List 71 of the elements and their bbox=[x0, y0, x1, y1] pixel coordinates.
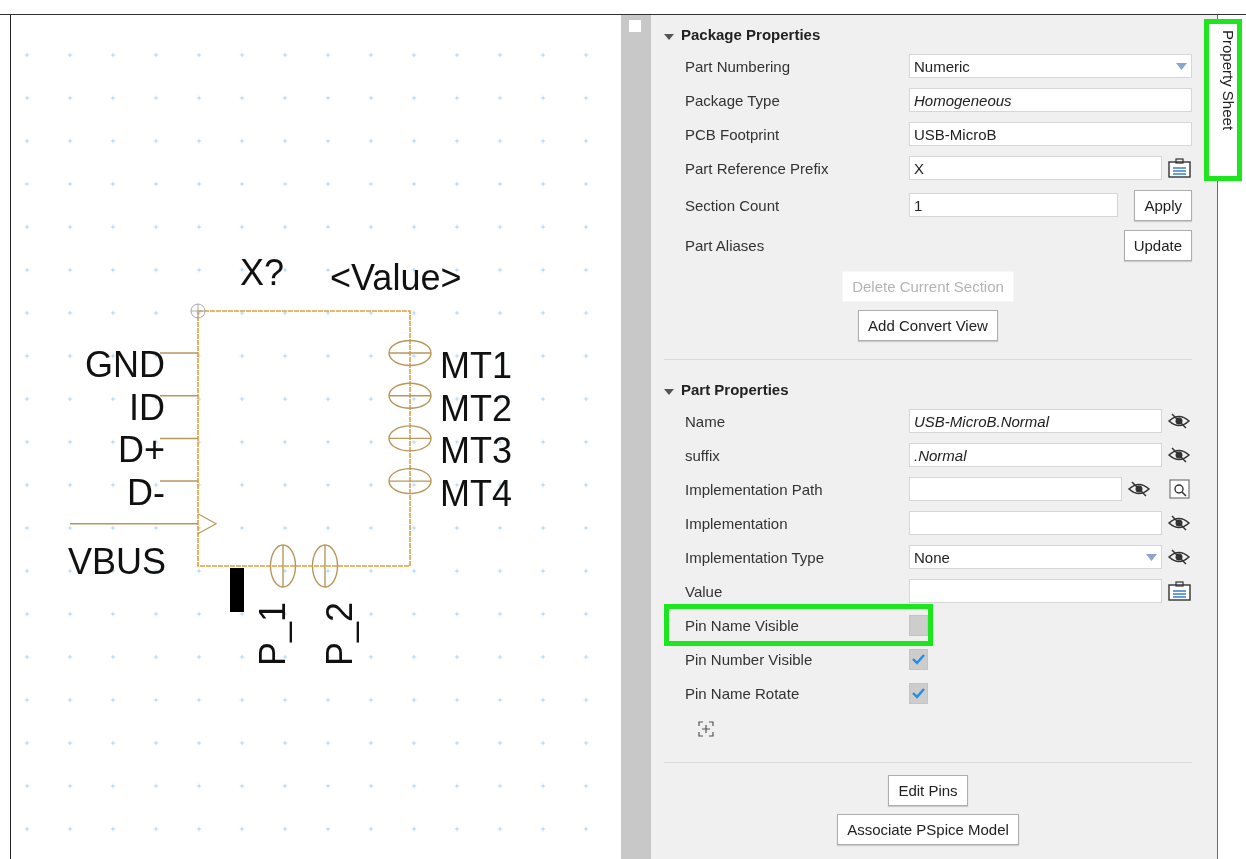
update-button[interactable]: Update bbox=[1123, 229, 1192, 261]
caret-icon bbox=[1176, 62, 1187, 70]
property-label: Implementation Type bbox=[685, 548, 825, 566]
text-field[interactable] bbox=[909, 579, 1162, 603]
panel-handle[interactable] bbox=[629, 20, 641, 32]
pin-symbol bbox=[311, 544, 339, 588]
text-field[interactable]: USB-MicroB bbox=[909, 122, 1192, 146]
apply-button[interactable]: Apply bbox=[1134, 189, 1192, 221]
property-label: Part Numbering bbox=[685, 57, 792, 75]
pin-label: P_1 bbox=[252, 601, 293, 666]
part-reference: X? bbox=[240, 252, 285, 293]
collapse-icon[interactable] bbox=[664, 387, 674, 396]
property-label: Name bbox=[685, 412, 726, 430]
checkbox[interactable] bbox=[909, 682, 928, 704]
pin-symbol bbox=[388, 425, 432, 452]
pin-symbol bbox=[388, 382, 432, 409]
text-field[interactable]: 1 bbox=[909, 193, 1119, 217]
origin-marker-icon bbox=[190, 303, 206, 319]
pin-marker bbox=[230, 568, 244, 612]
property-label: Section Count bbox=[685, 196, 781, 214]
pin-label: GND bbox=[85, 344, 165, 385]
pin-label: MT3 bbox=[440, 430, 512, 472]
pin-symbol bbox=[388, 467, 432, 495]
pin-label: P_2 bbox=[319, 601, 360, 666]
dropdown-field[interactable]: Numeric bbox=[909, 54, 1192, 78]
clipboard-icon[interactable] bbox=[1166, 157, 1192, 179]
checkbox[interactable] bbox=[909, 614, 928, 636]
part-value: <Value> bbox=[330, 257, 462, 298]
check-icon bbox=[911, 687, 926, 699]
browse-icon[interactable] bbox=[1166, 478, 1192, 500]
pin-label: VBUS bbox=[68, 540, 167, 582]
caret-icon bbox=[1146, 553, 1157, 561]
property-label: Value bbox=[685, 582, 724, 600]
checkbox[interactable] bbox=[909, 648, 928, 670]
property-label: Part Aliases bbox=[685, 236, 766, 254]
property-label: Part Reference Prefix bbox=[685, 159, 830, 177]
pin-label: ID bbox=[129, 386, 165, 428]
text-field[interactable]: USB-MicroB.Normal bbox=[909, 409, 1162, 433]
action-button[interactable]: Associate PSpice Model bbox=[837, 814, 1019, 845]
pin-symbol bbox=[269, 544, 297, 588]
property-label: suffix bbox=[685, 446, 721, 464]
property-label: PCB Footprint bbox=[685, 125, 781, 143]
property-label: Pin Name Rotate bbox=[685, 684, 801, 702]
add-property-icon[interactable] bbox=[698, 721, 714, 737]
pin-line bbox=[159, 480, 199, 482]
pin-label: MT1 bbox=[440, 345, 512, 386]
pin-label: MT4 bbox=[440, 473, 512, 515]
pin-label: MT2 bbox=[440, 387, 512, 429]
section-title: Package Properties bbox=[681, 25, 821, 43]
clipboard-icon[interactable] bbox=[1166, 580, 1192, 602]
text-field[interactable]: .Normal bbox=[909, 443, 1162, 467]
text-field[interactable]: X bbox=[909, 156, 1162, 180]
dropdown-field[interactable]: None bbox=[909, 545, 1162, 569]
collapse-icon[interactable] bbox=[664, 32, 674, 41]
pin-line bbox=[159, 352, 199, 354]
action-button[interactable]: Edit Pins bbox=[888, 775, 968, 806]
action-button[interactable]: Add Convert View bbox=[858, 310, 998, 341]
pin-label: D+ bbox=[117, 429, 165, 471]
text-field[interactable] bbox=[909, 511, 1162, 535]
property-label: Package Type bbox=[685, 91, 781, 109]
section-title: Part Properties bbox=[681, 380, 789, 398]
side-tab[interactable]: Property Sheet bbox=[1204, 19, 1242, 181]
property-label: Pin Name Visible bbox=[685, 616, 800, 634]
property-label: Pin Number Visible bbox=[685, 650, 814, 668]
check-icon bbox=[911, 653, 926, 665]
text-field[interactable]: Homogeneous bbox=[909, 88, 1192, 112]
property-label: Implementation bbox=[685, 514, 789, 532]
pin-label: D- bbox=[127, 472, 165, 514]
property-label: Implementation Path bbox=[685, 480, 824, 498]
text-field[interactable] bbox=[909, 477, 1122, 501]
pin-symbol bbox=[388, 339, 432, 367]
